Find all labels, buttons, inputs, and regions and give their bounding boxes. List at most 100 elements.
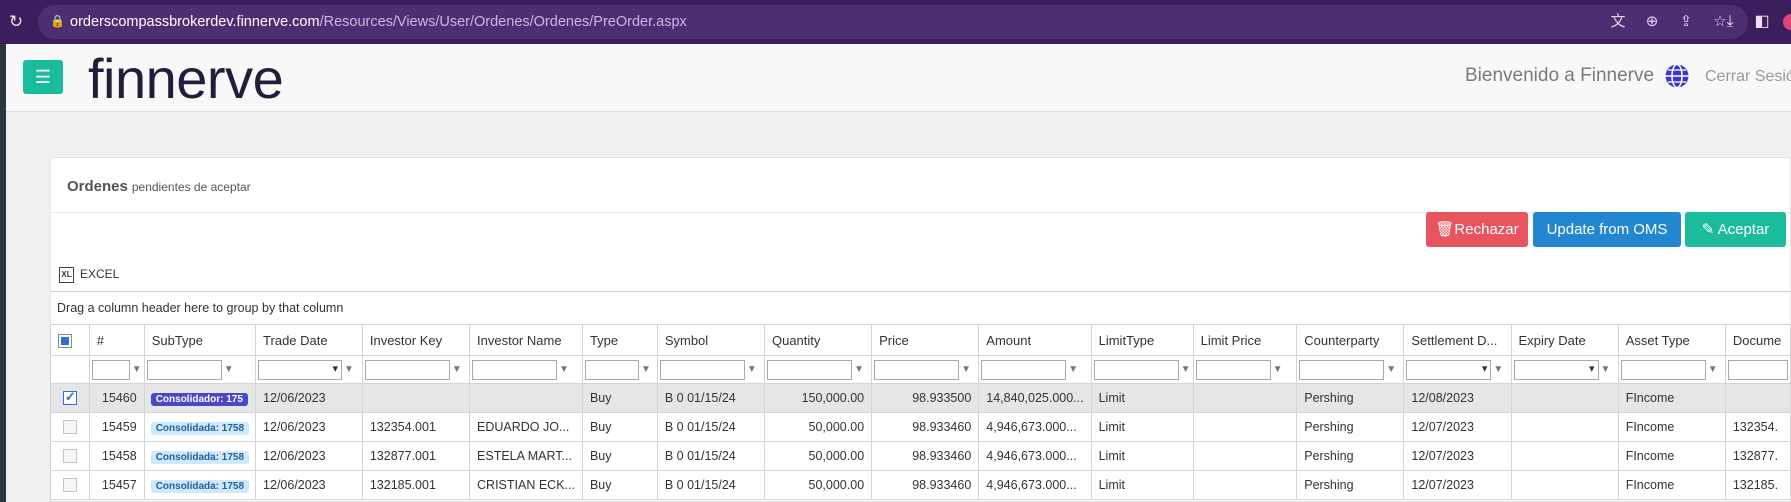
subtype-badge: Consolidada: 1758	[150, 421, 250, 435]
filter-input-subtype[interactable]	[146, 359, 222, 380]
cell-limit-price	[1192, 412, 1298, 442]
divider	[51, 212, 1791, 213]
cell-investor-name: EDUARDO JO...	[469, 412, 583, 442]
filter-date-settlement[interactable]	[1406, 359, 1492, 380]
filter-input-investor-name[interactable]	[472, 359, 558, 380]
column-header-investor-key[interactable]: Investor Key	[361, 324, 471, 356]
filter-funnel-icon[interactable]: ▼	[1068, 364, 1078, 376]
cell-document	[1724, 383, 1791, 413]
column-header-asset-type[interactable]: Asset Type	[1617, 324, 1726, 356]
excel-export-button[interactable]: XL EXCEL	[59, 267, 119, 283]
cell-settlement-date: 12/07/2023	[1403, 470, 1512, 500]
column-header-limit-price[interactable]: Limit Price	[1192, 324, 1298, 356]
filter-input-document[interactable]	[1727, 359, 1788, 380]
filter-funnel-icon[interactable]: ▼	[344, 364, 354, 376]
filter-input-symbol[interactable]	[659, 359, 745, 380]
cell-expiry-date	[1510, 441, 1619, 471]
filter-funnel-icon[interactable]: ▼	[559, 364, 569, 376]
column-header-limit-type[interactable]: LimitType	[1090, 324, 1194, 356]
globe-icon[interactable]	[1664, 63, 1690, 89]
column-header-price[interactable]: Price	[871, 324, 980, 356]
filter-funnel-icon[interactable]: ▼	[747, 364, 757, 376]
column-header-number[interactable]: #	[88, 324, 145, 356]
url-text[interactable]: orderscompassbrokerdev.finnerve.com/Reso…	[70, 14, 687, 30]
cell-investor-key: 132877.001	[361, 441, 471, 471]
profile-avatar[interactable]	[1783, 14, 1791, 30]
filter-date-trade-date[interactable]	[258, 359, 343, 380]
filter-input-price[interactable]	[874, 359, 960, 380]
filter-input-type[interactable]	[584, 359, 639, 380]
filter-funnel-icon[interactable]: ▼	[961, 364, 971, 376]
cell-asset-type: FIncome	[1617, 412, 1726, 442]
download-icon[interactable]: ⤓	[1720, 12, 1740, 32]
filter-funnel-icon[interactable]: ▼	[452, 364, 462, 376]
menu-toggle-button[interactable]: ☰	[23, 60, 63, 94]
filter-funnel-icon[interactable]: ▼	[1601, 364, 1611, 376]
cell-counterparty: Pershing	[1296, 412, 1405, 442]
row-select-cell[interactable]	[50, 412, 90, 442]
filter-funnel-icon[interactable]: ▼	[132, 364, 142, 376]
column-header-investor-name[interactable]: Investor Name	[469, 324, 583, 356]
cell-limit-type: Limit	[1090, 412, 1194, 442]
lock-icon[interactable]: 🔒	[50, 14, 65, 30]
cell-quantity: 50,000.00	[763, 412, 873, 442]
table-row[interactable]: 15457 Consolidada: 1758 12/06/2023 132185.0…	[50, 470, 1791, 500]
row-checkbox[interactable]	[62, 420, 77, 435]
update-from-oms-button[interactable]: Update from OMS	[1533, 212, 1681, 247]
table-row[interactable]: 15459 Consolidada: 1758 12/06/2023 132354.0…	[50, 412, 1791, 442]
column-header-document[interactable]: Docume	[1724, 324, 1791, 356]
filter-funnel-icon[interactable]: ▼	[1273, 364, 1283, 376]
table-row[interactable]: 15458 Consolidada: 1758 12/06/2023 132877.0…	[50, 441, 1791, 471]
column-header-type[interactable]: Type	[581, 324, 658, 356]
translate-icon[interactable]: 文	[1608, 12, 1628, 32]
reject-button[interactable]: 🗑Rechazar	[1426, 212, 1528, 247]
column-header-subtype[interactable]: SubType	[143, 324, 257, 356]
row-checkbox[interactable]	[62, 389, 77, 406]
cell-limit-price	[1192, 441, 1298, 471]
cell-document: 132877.	[1724, 441, 1791, 471]
address-bar[interactable]: 🔒 orderscompassbrokerdev.finnerve.com/Re…	[38, 5, 1748, 39]
zoom-icon[interactable]: ⊕	[1642, 12, 1662, 32]
filter-input-quantity[interactable]	[766, 359, 852, 380]
row-select-cell[interactable]	[50, 383, 90, 413]
filter-funnel-icon[interactable]: ▼	[1708, 364, 1718, 376]
cell-counterparty: Pershing	[1296, 441, 1405, 471]
filter-funnel-icon[interactable]: ▼	[1386, 364, 1396, 376]
filter-funnel-icon[interactable]: ▼	[224, 364, 234, 376]
filter-funnel-icon[interactable]: ▼	[1493, 364, 1503, 376]
row-checkbox[interactable]	[62, 449, 77, 464]
share-icon[interactable]: ⇪	[1676, 12, 1696, 32]
select-all-checkbox[interactable]	[58, 333, 72, 348]
filter-date-expiry[interactable]	[1513, 359, 1599, 380]
select-all-header[interactable]	[50, 324, 90, 356]
column-header-quantity[interactable]: Quantity	[763, 324, 873, 356]
cell-number: 15460	[88, 383, 145, 413]
accept-button[interactable]: ✎ Aceptar	[1685, 212, 1786, 247]
filter-funnel-icon[interactable]: ▼	[1181, 364, 1191, 376]
filter-input-amount[interactable]	[981, 359, 1067, 380]
filter-funnel-icon[interactable]: ▼	[854, 364, 864, 376]
filter-input-investor-key[interactable]	[364, 359, 450, 380]
filter-input-counterparty[interactable]	[1299, 359, 1385, 380]
filter-input-limit-type[interactable]	[1093, 359, 1179, 380]
logout-link[interactable]: Cerrar Sesió	[1705, 68, 1791, 86]
column-header-symbol[interactable]: Symbol	[656, 324, 765, 356]
cell-subtype: Consolidada: 1758	[143, 441, 257, 471]
filter-input-number[interactable]	[91, 359, 130, 380]
cell-trade-date: 12/06/2023	[255, 383, 363, 413]
column-header-amount[interactable]: Amount	[978, 324, 1092, 356]
table-row[interactable]: 15460 Consolidador: 175 12/06/2023 BuyB 0 0…	[50, 383, 1791, 413]
filter-input-asset-type[interactable]	[1620, 359, 1706, 380]
column-header-trade-date[interactable]: Trade Date	[255, 324, 363, 356]
filter-funnel-icon[interactable]: ▼	[641, 364, 651, 376]
column-header-counterparty[interactable]: Counterparty	[1296, 324, 1405, 356]
side-panel-icon[interactable]: ◧	[1752, 12, 1772, 32]
group-by-area[interactable]: Drag a column header here to group by th…	[57, 301, 343, 315]
row-select-cell[interactable]	[50, 470, 90, 500]
reload-icon[interactable]: ↻	[6, 12, 26, 32]
filter-input-limit-price[interactable]	[1195, 359, 1271, 380]
row-select-cell[interactable]	[50, 441, 90, 471]
column-header-expiry-date[interactable]: Expiry Date	[1510, 324, 1619, 356]
column-header-settlement-date[interactable]: Settlement D...	[1403, 324, 1512, 356]
row-checkbox[interactable]	[62, 478, 77, 493]
